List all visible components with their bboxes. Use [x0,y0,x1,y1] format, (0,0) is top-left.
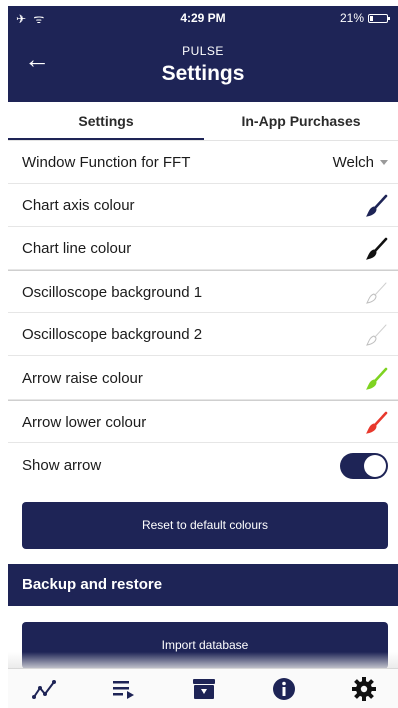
arrow-lower-colour-row[interactable]: Arrow lower colour [8,400,398,443]
fft-window-select[interactable]: Welch [333,141,388,184]
paintbrush-icon[interactable] [364,194,388,218]
reset-default-colours-button[interactable]: Reset to default colours [22,502,388,549]
chart-icon[interactable] [30,675,58,703]
arrow-raise-colour-row[interactable]: Arrow raise colour [8,357,398,400]
fft-window-label: Window Function for FFT [22,154,191,171]
show-arrow-toggle[interactable] [340,452,388,479]
paintbrush-icon[interactable] [364,237,388,261]
arrow-raise-colour-label: Arrow raise colour [22,370,143,387]
tab-in-app-purchases[interactable]: In-App Purchases [204,102,398,140]
show-arrow-label: Show arrow [22,457,102,474]
chart-line-colour-label: Chart line colour [22,240,132,257]
paintbrush-icon[interactable] [364,411,388,435]
toggle-knob [364,454,386,477]
paintbrush-icon[interactable] [364,281,388,305]
gear-icon[interactable] [350,675,378,703]
battery-status: 21% [339,11,390,25]
oscilloscope-bg2-row[interactable]: Oscilloscope background 2 [8,313,398,356]
paintbrush-icon[interactable] [364,323,388,347]
oscilloscope-bg1-row[interactable]: Oscilloscope background 1 [8,270,398,313]
chart-axis-colour-row[interactable]: Chart axis colour [8,184,398,227]
chevron-down-icon [380,160,388,165]
scroll-fade [8,652,398,668]
info-icon[interactable] [270,675,298,703]
app-header: ✈ ᯤ 4:29 PM 21% ← PULSE Settings [8,6,398,102]
page-title: Settings [161,62,245,85]
battery-icon [368,13,390,23]
status-bar: ✈ ᯤ 4:29 PM 21% [8,6,398,28]
oscilloscope-bg1-label: Oscilloscope background 1 [22,284,203,301]
oscilloscope-bg2-label: Oscilloscope background 2 [22,326,203,343]
fft-window-row[interactable]: Window Function for FFT Welch [8,141,398,184]
backup-restore-heading: Backup and restore [8,564,398,606]
fft-window-value: Welch [332,154,374,171]
paintbrush-icon[interactable] [364,367,388,391]
app-name: PULSE [182,44,224,58]
tab-settings[interactable]: Settings [8,102,204,140]
playlist-icon[interactable] [110,675,138,703]
archive-icon[interactable] [190,675,218,703]
bottom-tab-bar [8,668,398,708]
chart-axis-colour-label: Chart axis colour [22,197,135,214]
arrow-lower-colour-label: Arrow lower colour [22,414,147,431]
chart-line-colour-row[interactable]: Chart line colour [8,227,398,270]
tab-bar: Settings In-App Purchases [8,102,398,141]
show-arrow-row: Show arrow [8,444,398,487]
battery-percent: 21% [339,11,364,25]
